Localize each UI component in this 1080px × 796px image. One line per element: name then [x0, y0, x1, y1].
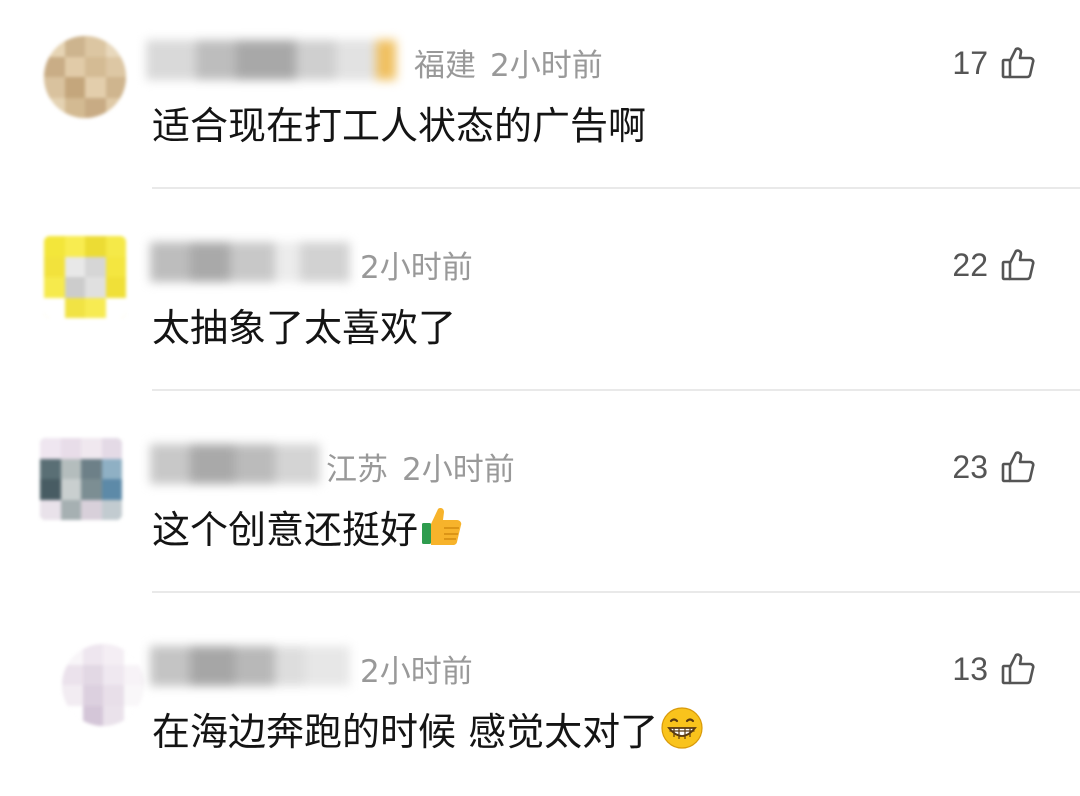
thumb-up-icon [1000, 651, 1036, 687]
thumb-up-icon [1000, 45, 1036, 81]
comment-list: 福建 2小时前 适合现在打工人状态的广告啊 17 2小时前 太抽象了太喜欢了 2… [0, 0, 1080, 783]
username-obscured[interactable] [150, 444, 320, 484]
comment-time: 2小时前 [360, 249, 473, 286]
comment-text: 太抽象了太喜欢了 [152, 298, 456, 350]
comment-text-body: 在海边奔跑的时候 感觉太对了 [152, 709, 659, 754]
like-button[interactable]: 23 [952, 445, 1036, 489]
thumbs-up-emoji-icon [420, 504, 464, 548]
avatar[interactable] [44, 36, 126, 118]
like-count: 23 [952, 448, 988, 485]
comment-meta: 2小时前 [360, 648, 473, 690]
comment-meta: 2小时前 [360, 244, 473, 286]
divider [152, 591, 1080, 593]
grinning-emoji-icon [660, 706, 704, 750]
comment-meta: 江苏 2小时前 [326, 446, 515, 488]
username-obscured[interactable] [150, 242, 350, 282]
divider [152, 187, 1080, 189]
username-obscured[interactable] [146, 40, 396, 80]
like-button[interactable]: 13 [952, 647, 1036, 691]
comment-item: 2小时前 在海边奔跑的时候 感觉太对了 13 [0, 606, 1080, 796]
avatar[interactable] [40, 438, 122, 520]
comment-text-body: 太抽象了太喜欢了 [152, 305, 457, 350]
comment-text-body: 这个创意还挺好 [152, 507, 419, 552]
like-count: 17 [952, 44, 988, 81]
avatar[interactable] [62, 644, 144, 726]
thumb-up-icon [1000, 247, 1036, 283]
comment-item: 2小时前 太抽象了太喜欢了 22 [0, 202, 1080, 392]
comment-text: 在海边奔跑的时候 感觉太对了 [152, 702, 704, 754]
comment-item: 福建 2小时前 适合现在打工人状态的广告啊 17 [0, 0, 1080, 190]
comment-item: 江苏 2小时前 这个创意还挺好 23 [0, 404, 1080, 594]
divider [152, 389, 1080, 391]
like-count: 13 [952, 650, 988, 687]
like-count: 22 [952, 246, 988, 283]
comment-text: 适合现在打工人状态的广告啊 [152, 96, 646, 148]
avatar[interactable] [44, 236, 126, 318]
comment-time: 2小时前 [402, 451, 515, 488]
comment-location: 江苏 [326, 451, 388, 488]
comment-time: 2小时前 [360, 653, 473, 690]
like-button[interactable]: 17 [952, 41, 1036, 85]
thumb-up-icon [1000, 449, 1036, 485]
username-obscured[interactable] [150, 646, 350, 686]
comment-time: 2小时前 [490, 47, 603, 84]
like-button[interactable]: 22 [952, 243, 1036, 287]
comment-location: 福建 [414, 47, 476, 84]
comment-meta: 福建 2小时前 [414, 42, 603, 84]
comment-text: 这个创意还挺好 [152, 500, 464, 552]
comment-text-body: 适合现在打工人状态的广告啊 [152, 103, 647, 148]
